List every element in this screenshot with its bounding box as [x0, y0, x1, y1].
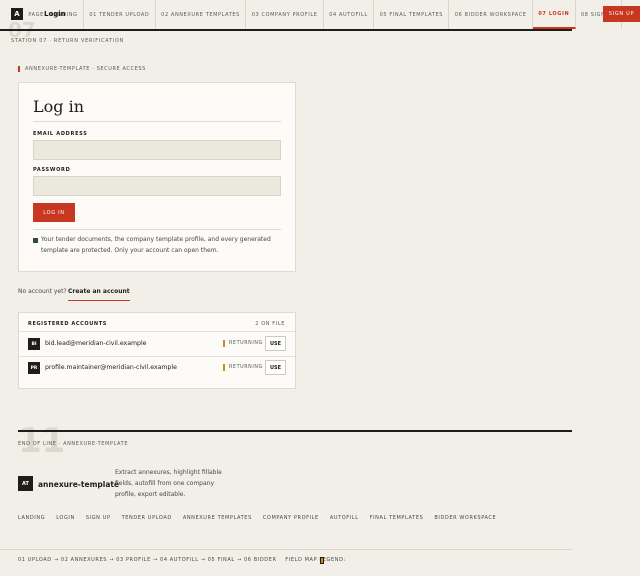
nav-item-company-profile[interactable]: 03 COMPANY PROFILE: [246, 0, 324, 29]
status-badge: RETURNING: [223, 340, 263, 347]
use-account-button[interactable]: USE: [265, 360, 286, 375]
login-button[interactable]: LOG IN: [33, 203, 75, 222]
avatar: BI: [28, 338, 40, 350]
account-row: BI bid.lead@meridian-civil.example RETUR…: [28, 335, 288, 353]
nav-divider: [0, 29, 572, 31]
footer-link-final-templates[interactable]: FINAL TEMPLATES: [370, 515, 424, 521]
login-title: Log in: [33, 97, 85, 116]
registered-accounts-title: REGISTERED ACCOUNTS: [28, 321, 107, 327]
footer-bottom-divider: [0, 549, 572, 550]
footer-link-tender-upload[interactable]: TENDER UPLOAD: [122, 515, 172, 521]
footer-link-autofill[interactable]: AUTOFILL: [330, 515, 359, 521]
note-divider: [33, 229, 281, 230]
nav-item-annexure-templates[interactable]: 02 ANNEXURE TEMPLATES: [156, 0, 247, 29]
avatar: PR: [28, 362, 40, 374]
footer-logo: AT: [18, 476, 33, 491]
nav-item-bidder-workspace[interactable]: 06 BIDDER WORKSPACE: [449, 0, 533, 29]
registered-accounts-panel: REGISTERED ACCOUNTS 2 ON FILE BI bid.lea…: [18, 312, 296, 389]
accounts-divider: [19, 331, 295, 332]
field-map-legend-swatch: [320, 557, 324, 564]
nav-items: PAGE · LANDING 01 TENDER UPLOAD 02 ANNEX…: [23, 0, 622, 29]
end-of-line-label: END OF LINE · ANNEXURE-TEMPLATE: [18, 441, 129, 447]
footer-description: Extract annexures, highlight fillable fi…: [115, 469, 222, 498]
email-label: EMAIL ADDRESS: [33, 131, 88, 137]
logo-mark[interactable]: A: [11, 8, 23, 20]
status-badge: RETURNING: [223, 364, 263, 371]
footer-links: LANDING LOGIN SIGN UP TENDER UPLOAD ANNE…: [18, 515, 507, 521]
footer-divider: [18, 430, 572, 432]
shield-icon: [33, 238, 38, 243]
login-card: Log in EMAIL ADDRESS PASSWORD LOG IN You…: [18, 82, 296, 272]
use-account-button[interactable]: USE: [265, 336, 286, 351]
nav-item-tender-upload[interactable]: 01 TENDER UPLOAD: [84, 0, 156, 29]
security-note: Your tender documents, the company templ…: [41, 236, 271, 254]
account-row: PR profile.maintainer@meridian-civil.exa…: [28, 359, 288, 377]
top-navigation: 07 A Login PAGE · LANDING 01 TENDER UPLO…: [0, 0, 640, 40]
section-label: ANNEXURE-TEMPLATE · SECURE ACCESS: [18, 66, 146, 72]
nav-item-autofill[interactable]: 04 AUTOFILL: [324, 0, 375, 29]
nav-item-final-templates[interactable]: 05 FINAL TEMPLATES: [374, 0, 450, 29]
logo-label: Login: [44, 10, 66, 18]
create-account-link[interactable]: Create an account: [68, 288, 130, 301]
password-field[interactable]: [33, 176, 281, 196]
no-account-text: No account yet?: [18, 288, 67, 295]
account-email: bid.lead@meridian-civil.example: [45, 340, 147, 347]
email-field[interactable]: [33, 140, 281, 160]
footer-link-login[interactable]: LOGIN: [56, 515, 75, 521]
nav-item-login[interactable]: 07 LOGIN: [532, 0, 576, 29]
password-label: PASSWORD: [33, 167, 71, 173]
footer-link-company-profile[interactable]: COMPANY PROFILE: [263, 515, 319, 521]
station-label: STATION 07 · RETURN VERIFICATION: [11, 38, 124, 44]
accounts-divider: [19, 356, 295, 357]
footer-link-bidder-workspace[interactable]: BIDDER WORKSPACE: [434, 515, 496, 521]
footer-link-landing[interactable]: LANDING: [18, 515, 45, 521]
registered-accounts-count: 2 ON FILE: [255, 321, 285, 327]
sign-up-button[interactable]: SIGN UP: [603, 6, 640, 22]
footer-link-annexure-templates[interactable]: ANNEXURE TEMPLATES: [183, 515, 252, 521]
account-email: profile.maintainer@meridian-civil.exampl…: [45, 364, 177, 371]
workflow-line: 01 UPLOAD → 02 ANNEXURES → 03 PROFILE → …: [18, 557, 346, 563]
title-divider: [33, 121, 281, 122]
footer-brand-name: annexure-template: [38, 480, 120, 489]
footer-link-sign-up[interactable]: SIGN UP: [86, 515, 111, 521]
